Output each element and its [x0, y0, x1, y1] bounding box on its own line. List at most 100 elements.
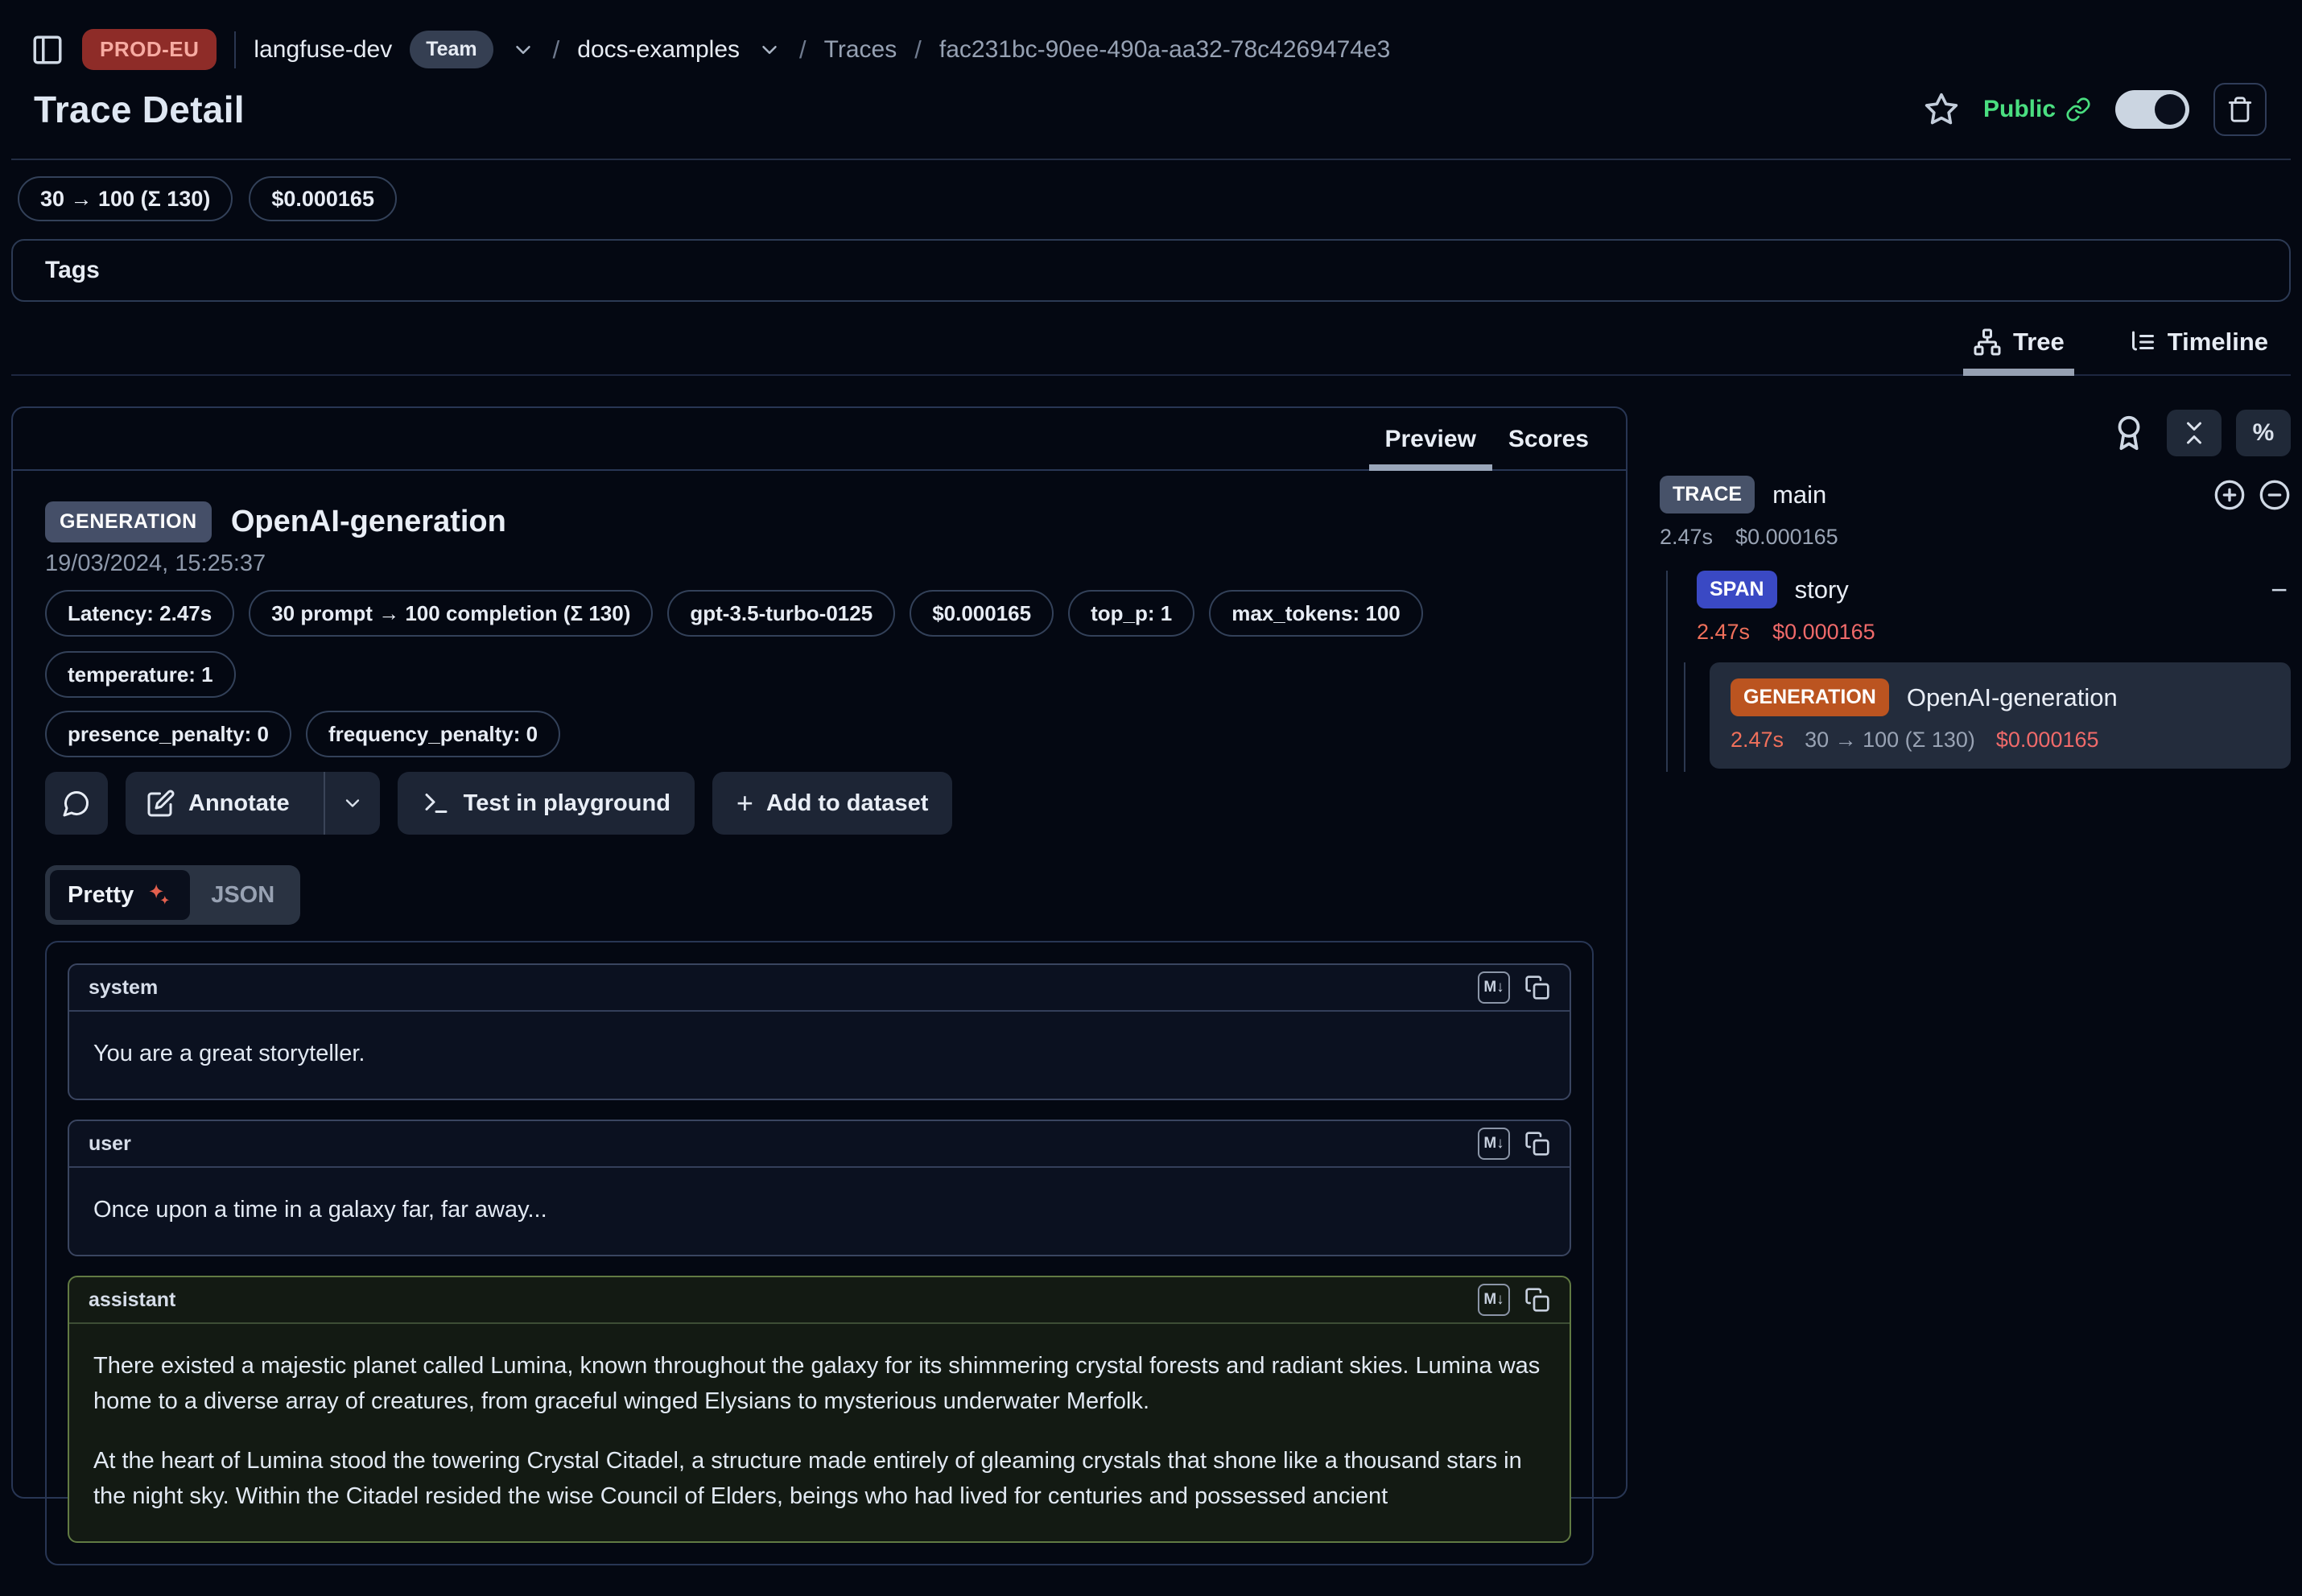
generation-metrics: 2.47s 30 → 100 (Σ 130) $0.000165 [1731, 728, 2270, 753]
observation-badges-row-2: presence_penalty: 0 frequency_penalty: 0 [45, 711, 1594, 757]
plus-circle-icon[interactable] [2213, 479, 2246, 511]
generation-name: OpenAI-generation [1907, 683, 2118, 712]
trace-metrics-row: 30 → 100 (Σ 130) $0.000165 [18, 176, 2291, 221]
latency-pill[interactable]: Latency: 2.47s [45, 590, 234, 637]
breadcrumb: PROD-EU langfuse-dev Team / docs-example… [31, 29, 2291, 70]
sparkles-icon [145, 881, 172, 909]
delete-trace-button[interactable] [2213, 83, 2267, 136]
test-in-playground-label: Test in playground [464, 790, 670, 817]
message-content: Once upon a time in a galaxy far, far aw… [69, 1168, 1570, 1255]
add-to-dataset-label: Add to dataset [766, 790, 928, 817]
title-actions: Public [1924, 83, 2267, 136]
message-tools: M↓ [1478, 1128, 1550, 1160]
copy-icon[interactable] [1524, 1287, 1550, 1313]
generation-type-badge: GENERATION [1731, 678, 1889, 716]
toggle-knob [2155, 94, 2185, 125]
max-tokens-pill[interactable]: max_tokens: 100 [1209, 590, 1423, 637]
generation-cost: $0.000165 [1996, 728, 2099, 753]
trace-token-usage-pill[interactable]: 30 → 100 (Σ 130) [18, 176, 233, 221]
tree-node-generation-selected[interactable]: GENERATION OpenAI-generation 2.47s 30 → … [1710, 662, 2291, 769]
message-tools: M↓ [1478, 971, 1550, 1004]
observation-title-row: GENERATION OpenAI-generation [45, 501, 1594, 542]
message-assistant: assistant M↓ There existed a majestic pl… [68, 1276, 1571, 1543]
public-toggle[interactable] [2115, 90, 2189, 129]
frequency-penalty-pill[interactable]: frequency_penalty: 0 [306, 711, 560, 757]
trace-latency: 2.47s [1660, 525, 1713, 550]
message-content: There existed a majestic planet called L… [69, 1324, 1570, 1541]
trace-tree-panel: % TRACE main 2.47s $0.000165 SPAN story … [1660, 406, 2291, 772]
tab-tree[interactable]: Tree [1963, 323, 2074, 374]
generation-row: GENERATION OpenAI-generation [1731, 678, 2270, 716]
trace-cost: $0.000165 [1735, 525, 1838, 550]
markdown-toggle-icon[interactable]: M↓ [1478, 971, 1510, 1004]
tree-node-trace[interactable]: TRACE main [1660, 476, 2291, 513]
tab-timeline[interactable]: Timeline [2118, 323, 2278, 374]
model-pill[interactable]: gpt-3.5-turbo-0125 [667, 590, 895, 637]
message-header: system M↓ [69, 965, 1570, 1012]
timeline-icon [2127, 328, 2156, 357]
copy-icon[interactable] [1524, 1131, 1550, 1157]
minus-circle-icon[interactable] [2259, 479, 2291, 511]
link-icon [2065, 97, 2091, 122]
annotate-dropdown-button[interactable] [324, 772, 380, 835]
metrics-toggle-button[interactable]: % [2236, 410, 2291, 456]
token-usage-pill[interactable]: 30 prompt → 100 completion (Σ 130) [249, 590, 653, 637]
pretty-label: Pretty [68, 882, 134, 909]
message-role: user [89, 1132, 131, 1156]
top-p-pill[interactable]: top_p: 1 [1068, 590, 1194, 637]
plus-icon: + [736, 786, 753, 820]
trace-detail-page: PROD-EU langfuse-dev Team / docs-example… [0, 29, 2302, 1499]
format-pretty-button[interactable]: Pretty [50, 870, 190, 920]
format-json-button[interactable]: JSON [190, 882, 295, 909]
observation-body: GENERATION OpenAI-generation 19/03/2024,… [13, 471, 1626, 1596]
tree-node-span[interactable]: SPAN story − [1697, 571, 2291, 608]
breadcrumb-separator: / [799, 35, 807, 64]
annotate-button[interactable]: Annotate [126, 772, 311, 835]
markdown-toggle-icon[interactable]: M↓ [1478, 1284, 1510, 1316]
trace-metrics: 2.47s $0.000165 [1660, 525, 2291, 550]
trash-icon [2226, 96, 2254, 123]
observation-badges-row-1: Latency: 2.47s 30 prompt → 100 completio… [45, 590, 1594, 698]
comment-icon [62, 789, 91, 818]
span-cost: $0.000165 [1772, 620, 1875, 645]
test-in-playground-button[interactable]: Test in playground [398, 772, 695, 835]
message-header: user M↓ [69, 1121, 1570, 1168]
cost-pill[interactable]: $0.000165 [910, 590, 1054, 637]
tab-preview[interactable]: Preview [1369, 421, 1492, 469]
project-chevron-down-icon[interactable] [757, 38, 782, 62]
generation-latency: 2.47s [1731, 728, 1784, 753]
markdown-toggle-icon[interactable]: M↓ [1478, 1128, 1510, 1160]
copy-icon[interactable] [1524, 975, 1550, 1000]
trace-cost-pill[interactable]: $0.000165 [249, 176, 397, 221]
collapse-all-button[interactable] [2167, 410, 2222, 456]
breadcrumb-traces[interactable]: Traces [824, 36, 897, 64]
public-link[interactable]: Public [1983, 96, 2091, 123]
annotate-label: Annotate [188, 790, 290, 817]
span-type-badge: SPAN [1697, 571, 1777, 608]
tab-scores[interactable]: Scores [1492, 421, 1605, 469]
comment-button[interactable] [45, 772, 108, 835]
generation-tokens: 30 → 100 (Σ 130) [1805, 728, 1975, 753]
message-user: user M↓ Once upon a time in a galaxy far… [68, 1120, 1571, 1256]
award-icon[interactable] [2110, 414, 2147, 452]
title-row: Trace Detail Public [34, 83, 2267, 136]
tab-tree-label: Tree [2013, 328, 2065, 357]
sidebar-toggle-icon[interactable] [31, 33, 64, 67]
breadcrumb-project[interactable]: docs-examples [577, 36, 740, 64]
org-chevron-down-icon[interactable] [511, 38, 535, 62]
assistant-paragraph-1: There existed a majestic planet called L… [93, 1348, 1545, 1419]
chevron-down-icon [341, 792, 364, 814]
actions-row: Annotate Test in playground + Add to dat… [45, 772, 1594, 835]
observation-type-badge: GENERATION [45, 501, 212, 542]
environment-badge[interactable]: PROD-EU [82, 29, 217, 70]
collapse-node-icon[interactable]: − [2271, 575, 2288, 604]
span-name: story [1795, 575, 1849, 604]
breadcrumb-org[interactable]: langfuse-dev [254, 36, 392, 64]
star-icon[interactable] [1924, 92, 1959, 127]
temperature-pill[interactable]: temperature: 1 [45, 651, 236, 698]
add-to-dataset-button[interactable]: + Add to dataset [712, 772, 952, 835]
tags-box[interactable]: Tags [11, 239, 2291, 302]
observation-card: Preview Scores GENERATION OpenAI-generat… [11, 406, 1627, 1499]
tags-label: Tags [45, 257, 100, 284]
presence-penalty-pill[interactable]: presence_penalty: 0 [45, 711, 291, 757]
